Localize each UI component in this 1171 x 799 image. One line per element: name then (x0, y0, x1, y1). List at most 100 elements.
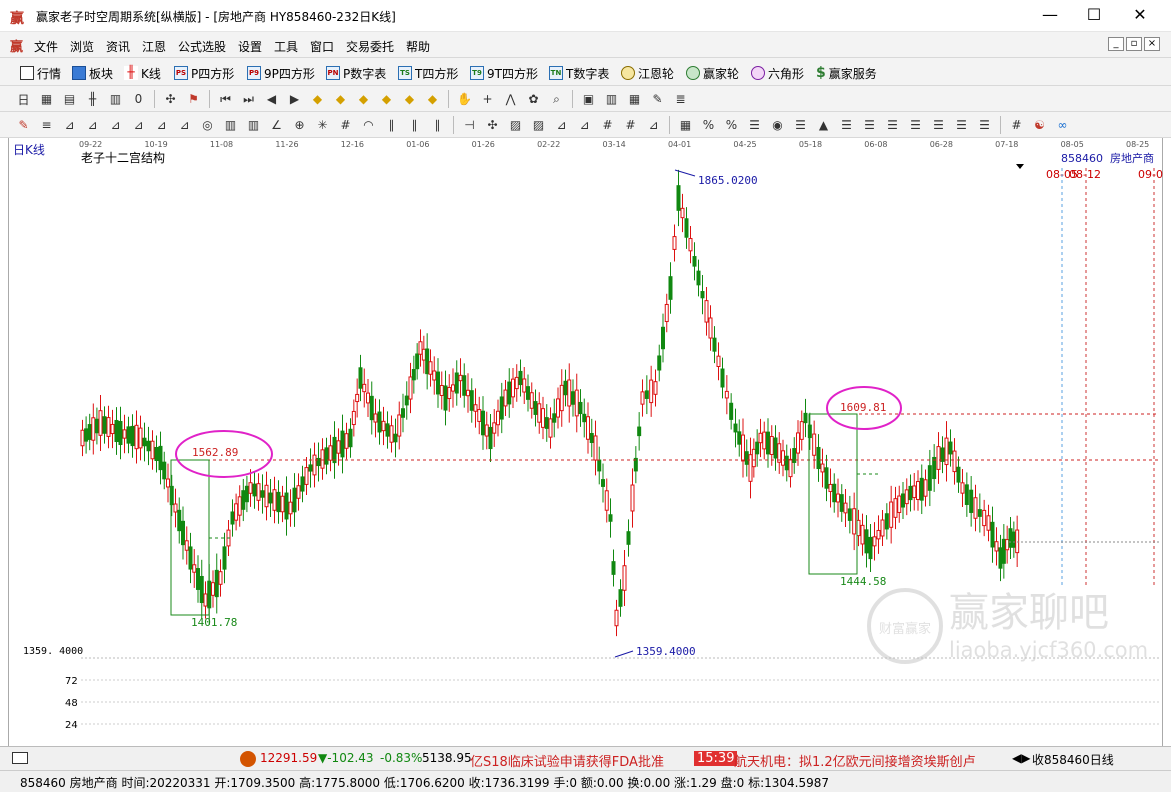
toolbar-t-square-button[interactable]: TS T四方形 (398, 64, 458, 82)
percent-icon[interactable]: % (722, 116, 741, 134)
diamond-icon[interactable]: ◆ (377, 90, 396, 108)
diamond-icon[interactable]: ◆ (423, 90, 442, 108)
menu-window[interactable]: 窗口 (310, 38, 334, 55)
chart-dropdown-icon[interactable] (1016, 164, 1024, 169)
arc-icon[interactable]: ◠ (359, 116, 378, 134)
mdi-close-button[interactable]: × (1144, 37, 1160, 51)
menu-file[interactable]: 文件 (34, 38, 58, 55)
ladder-icon[interactable]: ☰ (952, 116, 971, 134)
toolbar-gann-wheel-button[interactable]: 江恩轮 (621, 64, 674, 82)
cross-icon[interactable]: ✣ (483, 116, 502, 134)
toolbar-hexagon-button[interactable]: 六角形 (751, 64, 804, 82)
diamond-icon[interactable]: ◆ (354, 90, 373, 108)
target-icon[interactable]: ⊕ (290, 116, 309, 134)
toolbar-p-table-button[interactable]: PN P数字表 (326, 64, 386, 82)
mdi-restore-button[interactable]: ▫ (1126, 37, 1142, 51)
gift-icon[interactable]: ✿ (524, 90, 543, 108)
toolbar-9p-square-button[interactable]: P9 9P四方形 (247, 64, 315, 82)
fan-icon[interactable]: ⊿ (175, 116, 194, 134)
doc-icon[interactable]: ▤ (60, 90, 79, 108)
last-icon[interactable]: ⏭ (239, 90, 258, 108)
kline-chart-panel[interactable]: 09-22 10-19 11-08 11-26 12-16 01-06 01-26 02-22… (8, 138, 1163, 746)
web-icon[interactable]: ✳ (313, 116, 332, 134)
calendar-icon[interactable]: ▦ (625, 90, 644, 108)
fan-icon[interactable]: ⊿ (60, 116, 79, 134)
menu-settings[interactable]: 设置 (238, 38, 262, 55)
menu-help[interactable]: 帮助 (406, 38, 430, 55)
menu-news[interactable]: 资讯 (106, 38, 130, 55)
zoom-icon[interactable]: ⌕ (547, 90, 566, 108)
cross-icon[interactable]: ✣ (161, 90, 180, 108)
infinity-icon[interactable]: ∞ (1053, 116, 1072, 134)
toolbar-t-table-button[interactable]: TN T数字表 (549, 64, 609, 82)
flag-icon[interactable]: ⚑ (184, 90, 203, 108)
circle-icon[interactable]: ◎ (198, 116, 217, 134)
date-dropdown-icon[interactable]: 日 (14, 90, 33, 108)
grid-icon[interactable]: # (1007, 116, 1026, 134)
yinyang-icon[interactable]: ☯ (1030, 116, 1049, 134)
ladder-icon[interactable]: ☰ (837, 116, 856, 134)
fan-icon[interactable]: ⊿ (152, 116, 171, 134)
vlines-icon[interactable]: ∥ (405, 116, 424, 134)
kline-icon[interactable]: ▥ (106, 90, 125, 108)
fan-icon[interactable]: ⊿ (644, 116, 663, 134)
fan-icon[interactable]: ⊿ (129, 116, 148, 134)
zero-dropdown-icon[interactable]: 0 (129, 90, 148, 108)
close-button[interactable]: ✕ (1118, 4, 1162, 28)
news-ticker-1[interactable]: 亿S18临床试验申请获得FDA批准 (470, 751, 664, 770)
grid-icon[interactable]: # (336, 116, 355, 134)
toolbar-p-square-button[interactable]: PS P四方形 (174, 64, 234, 82)
menu-formula[interactable]: 公式选股 (178, 38, 226, 55)
square-icon[interactable]: ▨ (506, 116, 525, 134)
menu-trade[interactable]: 交易委托 (346, 38, 394, 55)
stack-icon[interactable]: ≣ (671, 90, 690, 108)
square-icon[interactable]: ▨ (529, 116, 548, 134)
fan-icon[interactable]: ⊿ (106, 116, 125, 134)
toolbar-service-button[interactable]: $ 赢家服务 (816, 64, 877, 82)
mdi-minimize-button[interactable]: _ (1108, 37, 1124, 51)
coin-icon[interactable]: ◉ (768, 116, 787, 134)
ladder-icon[interactable]: ☰ (906, 116, 925, 134)
kline-chart-svg[interactable]: 09-22 10-19 11-08 11-26 12-16 01-06 01-26 02-22… (9, 138, 1164, 746)
ladder-icon[interactable]: ☰ (975, 116, 994, 134)
trend-icon[interactable]: ⋀ (501, 90, 520, 108)
diamond-icon[interactable]: ◆ (400, 90, 419, 108)
ladder-icon[interactable]: ☰ (860, 116, 879, 134)
toolbar-9t-square-button[interactable]: T9 9T四方形 (470, 64, 538, 82)
candles-icon[interactable]: ╫ (83, 90, 102, 108)
table-icon[interactable] (12, 752, 28, 764)
ruler-icon[interactable]: ⊣ (460, 116, 479, 134)
diamond-icon[interactable]: ◆ (331, 90, 350, 108)
pct-icon[interactable]: % (699, 116, 718, 134)
hand-icon[interactable]: ✋ (455, 90, 474, 108)
calc-icon[interactable]: ▣ (579, 90, 598, 108)
pen-icon[interactable]: ✎ (14, 116, 33, 134)
menu-tools[interactable]: 工具 (274, 38, 298, 55)
ladder-icon[interactable]: ☰ (745, 116, 764, 134)
news-ticker-2[interactable]: 航天机电：拟1.2亿欧元间接增资埃斯创卢 (734, 751, 1008, 770)
minimize-button[interactable]: — (1028, 4, 1072, 28)
crosshair-icon[interactable]: + (478, 90, 497, 108)
clip-icon[interactable]: ✎ (648, 90, 667, 108)
table-icon[interactable]: ▦ (37, 90, 56, 108)
ladder-icon[interactable]: ☰ (883, 116, 902, 134)
toolbar-quotes-button[interactable]: 行情 (20, 64, 61, 82)
fan-icon[interactable]: ⊿ (575, 116, 594, 134)
menu-gann[interactable]: 江恩 (142, 38, 166, 55)
bars-icon[interactable]: ▥ (602, 90, 621, 108)
toolbar-winner-wheel-button[interactable]: 赢家轮 (686, 64, 739, 82)
bars-icon[interactable]: ▥ (221, 116, 240, 134)
prev-icon[interactable]: ◀ (262, 90, 281, 108)
chart-icon[interactable]: ▲ (814, 116, 833, 134)
angle-icon[interactable]: ∠ (267, 116, 286, 134)
bars-icon[interactable]: ▥ (244, 116, 263, 134)
hlines-icon[interactable]: ≡ (37, 116, 56, 134)
grid-icon[interactable]: # (598, 116, 617, 134)
toolbar-blocks-button[interactable]: 板块 (72, 64, 113, 82)
maximize-button[interactable]: ☐ (1072, 4, 1116, 28)
ladder-icon[interactable]: ☰ (929, 116, 948, 134)
fan-icon[interactable]: ⊿ (552, 116, 571, 134)
diamond-icon[interactable]: ◆ (308, 90, 327, 108)
grid-icon[interactable]: # (621, 116, 640, 134)
fan-icon[interactable]: ⊿ (83, 116, 102, 134)
